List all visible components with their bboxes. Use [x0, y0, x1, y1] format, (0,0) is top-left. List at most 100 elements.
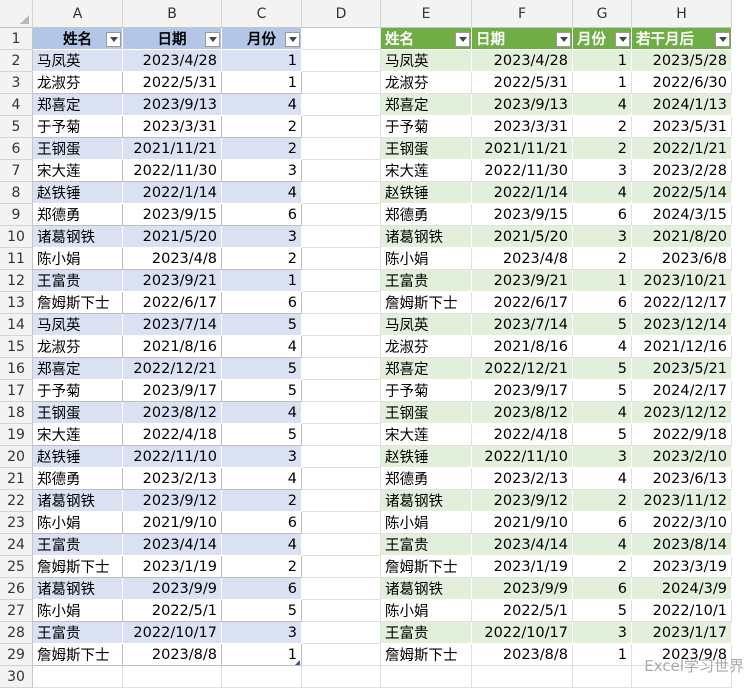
- table1-cell[interactable]: 2022/6/17: [123, 292, 222, 314]
- table2-cell[interactable]: 2: [573, 138, 632, 160]
- table2-cell[interactable]: 詹姆斯下士: [381, 292, 472, 314]
- cell-d14[interactable]: [302, 314, 381, 336]
- table2-cell[interactable]: 2023/2/13: [472, 468, 573, 490]
- table2-cell[interactable]: 2024/3/9: [632, 578, 732, 600]
- table2-cell[interactable]: 2023/9/13: [472, 94, 573, 116]
- row-header-28[interactable]: 28: [0, 622, 33, 644]
- table1-cell[interactable]: 2: [222, 490, 302, 512]
- cell-d7[interactable]: [302, 160, 381, 182]
- table2-cell[interactable]: 王钢蛋: [381, 138, 472, 160]
- table1-cell[interactable]: 2023/9/12: [123, 490, 222, 512]
- table2-cell[interactable]: 王钢蛋: [381, 402, 472, 424]
- table1-cell[interactable]: 4: [222, 336, 302, 358]
- cell-g30[interactable]: [573, 666, 632, 688]
- row-header-20[interactable]: 20: [0, 446, 33, 468]
- table1-cell[interactable]: 2022/12/21: [123, 358, 222, 380]
- table1-cell[interactable]: 2022/5/31: [123, 72, 222, 94]
- table2-cell[interactable]: 4: [573, 94, 632, 116]
- cell-d1[interactable]: [302, 28, 381, 50]
- table2-cell[interactable]: 2023/4/28: [472, 50, 573, 72]
- table1-cell[interactable]: 2023/7/14: [123, 314, 222, 336]
- table2-cell[interactable]: 2022/10/1: [632, 600, 732, 622]
- table2-cell[interactable]: 2: [573, 490, 632, 512]
- cell-d15[interactable]: [302, 336, 381, 358]
- table1-cell[interactable]: 4: [222, 534, 302, 556]
- table2-cell[interactable]: 2022/12/17: [632, 292, 732, 314]
- table1-cell[interactable]: 3: [222, 160, 302, 182]
- table2-cell[interactable]: 2023/12/12: [632, 402, 732, 424]
- table2-cell[interactable]: 5: [573, 424, 632, 446]
- table2-cell[interactable]: 6: [573, 204, 632, 226]
- table1-cell[interactable]: 6: [222, 204, 302, 226]
- table2-cell[interactable]: 龙淑芬: [381, 336, 472, 358]
- row-header-27[interactable]: 27: [0, 600, 33, 622]
- cell-d30[interactable]: [302, 666, 381, 688]
- table1-cell[interactable]: 陈小娟: [33, 600, 123, 622]
- column-header-f[interactable]: F: [472, 0, 573, 28]
- table1-cell[interactable]: 郑喜定: [33, 358, 123, 380]
- table1-cell[interactable]: 2023/2/13: [123, 468, 222, 490]
- table1-cell[interactable]: 诸葛钢铁: [33, 226, 123, 248]
- cell-d28[interactable]: [302, 622, 381, 644]
- row-header-14[interactable]: 14: [0, 314, 33, 336]
- table1-cell[interactable]: 于予菊: [33, 380, 123, 402]
- table2-cell[interactable]: 2023/4/8: [472, 248, 573, 270]
- table2-cell[interactable]: 2022/5/1: [472, 600, 573, 622]
- table1-cell[interactable]: 2023/1/19: [123, 556, 222, 578]
- column-header-a[interactable]: A: [33, 0, 123, 28]
- filter-dropdown-icon[interactable]: [106, 32, 121, 47]
- table2-cell[interactable]: 于予菊: [381, 116, 472, 138]
- table1-cell[interactable]: 詹姆斯下士: [33, 292, 123, 314]
- table2-cell[interactable]: 4: [573, 402, 632, 424]
- table2-cell[interactable]: 2023/8/8: [472, 644, 573, 666]
- table2-cell[interactable]: 6: [573, 578, 632, 600]
- column-header-b[interactable]: B: [123, 0, 222, 28]
- table2-cell[interactable]: 2022/11/10: [472, 446, 573, 468]
- table2-cell[interactable]: 2023/5/21: [632, 358, 732, 380]
- table2-cell[interactable]: 4: [573, 182, 632, 204]
- table2-cell[interactable]: 2023/6/8: [632, 248, 732, 270]
- column-header-d[interactable]: D: [302, 0, 381, 28]
- table1-cell[interactable]: 2021/11/21: [123, 138, 222, 160]
- table1-cell[interactable]: 2023/8/12: [123, 402, 222, 424]
- table1-cell[interactable]: 4: [222, 468, 302, 490]
- table2-cell[interactable]: 郑喜定: [381, 94, 472, 116]
- table2-cell[interactable]: 5: [573, 358, 632, 380]
- filter-dropdown-icon[interactable]: [205, 32, 220, 47]
- table2-cell[interactable]: 5: [573, 600, 632, 622]
- row-header-26[interactable]: 26: [0, 578, 33, 600]
- table2-cell[interactable]: 5: [573, 314, 632, 336]
- table1-cell[interactable]: 王富贵: [33, 534, 123, 556]
- table2-cell[interactable]: 赵铁锤: [381, 182, 472, 204]
- cell-d27[interactable]: [302, 600, 381, 622]
- row-header-18[interactable]: 18: [0, 402, 33, 424]
- table1-cell[interactable]: 3: [222, 226, 302, 248]
- table1-cell[interactable]: 2: [222, 556, 302, 578]
- table1-cell[interactable]: 2023/9/21: [123, 270, 222, 292]
- table2-cell[interactable]: 诸葛钢铁: [381, 578, 472, 600]
- cell-d10[interactable]: [302, 226, 381, 248]
- table2-cell[interactable]: 2023/7/14: [472, 314, 573, 336]
- cell-c30[interactable]: [222, 666, 302, 688]
- cell-d25[interactable]: [302, 556, 381, 578]
- cell-d9[interactable]: [302, 204, 381, 226]
- table2-cell[interactable]: 诸葛钢铁: [381, 490, 472, 512]
- table2-cell[interactable]: 2023/12/14: [632, 314, 732, 336]
- cell-d8[interactable]: [302, 182, 381, 204]
- row-header-8[interactable]: 8: [0, 182, 33, 204]
- table2-cell[interactable]: 马凤英: [381, 50, 472, 72]
- table1-cell[interactable]: 2023/4/28: [123, 50, 222, 72]
- table2-cell[interactable]: 詹姆斯下士: [381, 556, 472, 578]
- table2-cell[interactable]: 2021/11/21: [472, 138, 573, 160]
- table2-cell[interactable]: 2023/10/21: [632, 270, 732, 292]
- row-header-29[interactable]: 29: [0, 644, 33, 666]
- filter-dropdown-icon[interactable]: [615, 32, 630, 47]
- table2-cell[interactable]: 6: [573, 292, 632, 314]
- table2-cell[interactable]: 2022/9/18: [632, 424, 732, 446]
- table2-cell[interactable]: 2023/2/10: [632, 446, 732, 468]
- table1-cell[interactable]: 5: [222, 380, 302, 402]
- table1-cell[interactable]: 3: [222, 622, 302, 644]
- row-header-2[interactable]: 2: [0, 50, 33, 72]
- table1-cell[interactable]: 2023/9/15: [123, 204, 222, 226]
- cell-d3[interactable]: [302, 72, 381, 94]
